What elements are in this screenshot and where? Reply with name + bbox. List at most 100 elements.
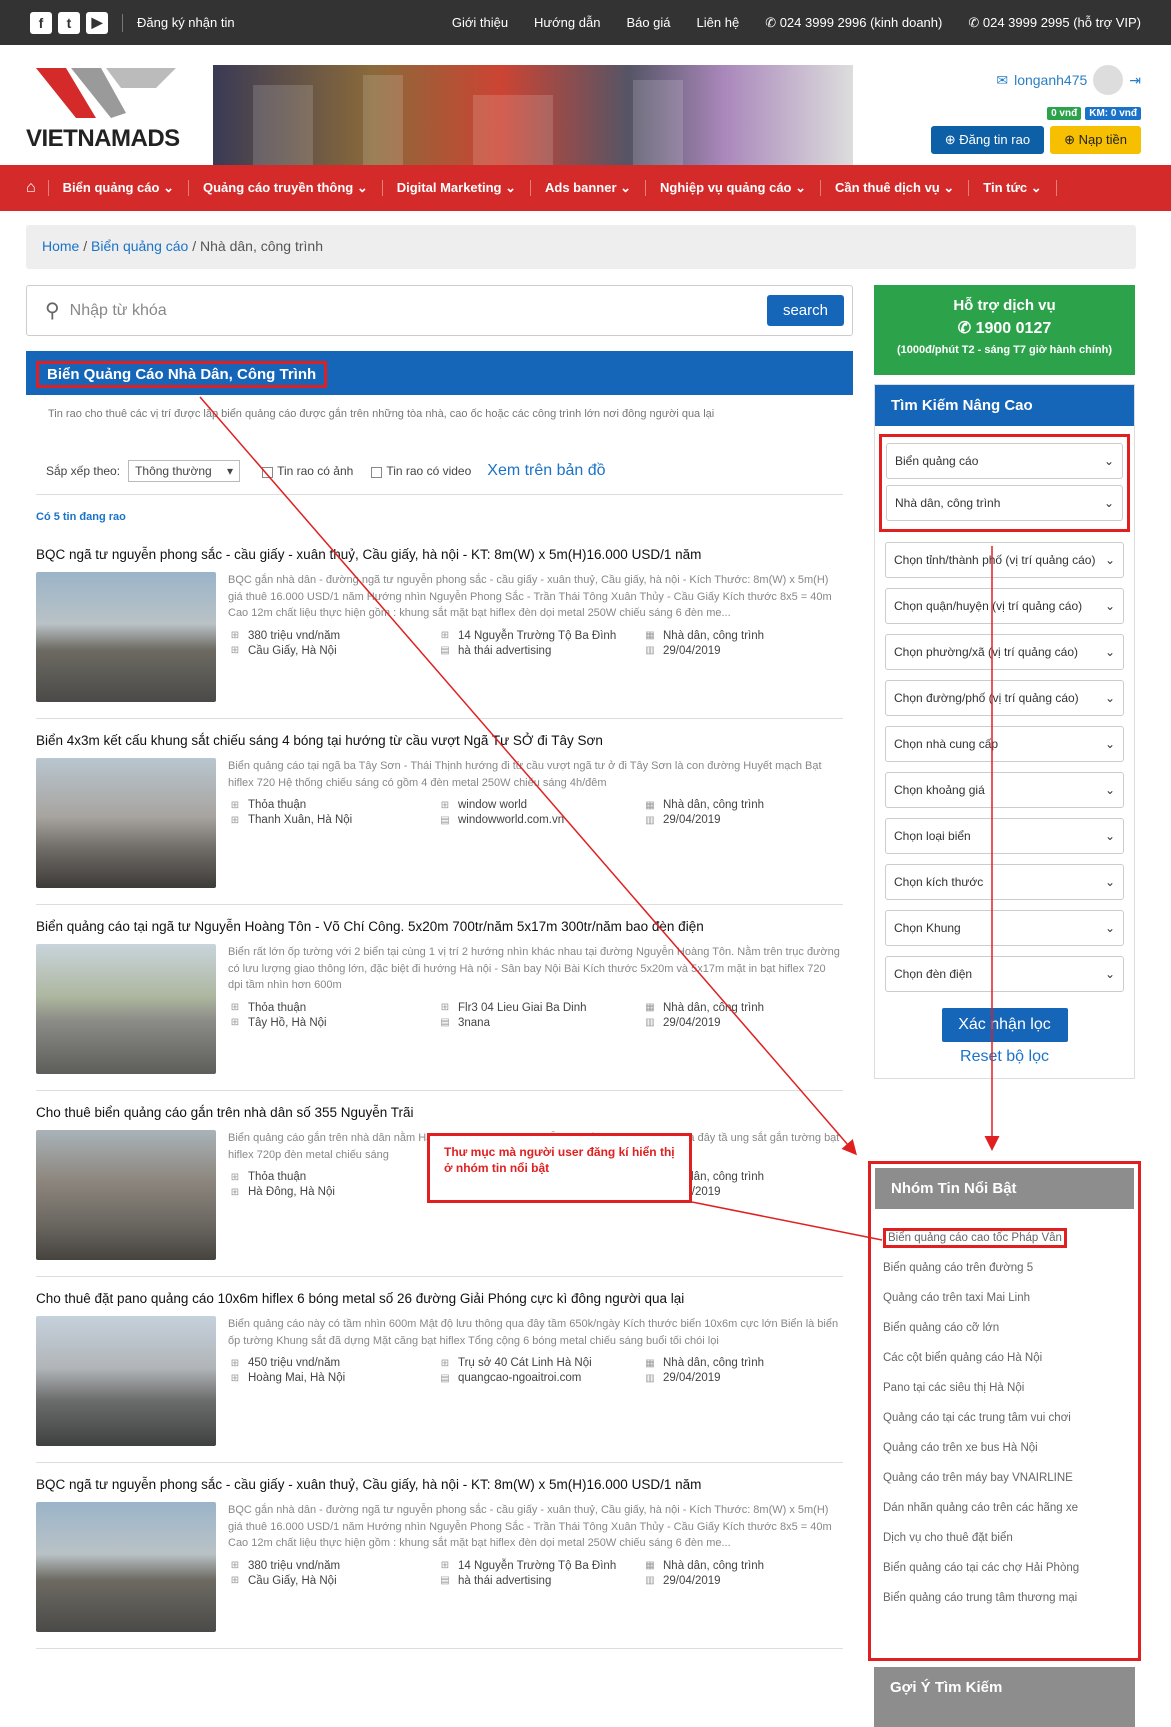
listing-date: 29/04/2019 — [663, 1372, 721, 1385]
featured-link[interactable]: Dán nhãn quảng cáo trên các hãng xe — [883, 1493, 1126, 1523]
sales-phone[interactable]: ✆ 024 3999 2996 (kinh doanh) — [765, 15, 942, 31]
featured-link[interactable]: Biển quảng cáo cỡ lớn — [883, 1313, 1126, 1343]
featured-link[interactable]: Quảng cáo trên máy bay VNAIRLINE — [883, 1463, 1126, 1493]
featured-link[interactable]: Quảng cáo trên xe bus Hà Nội — [883, 1433, 1126, 1463]
breadcrumb-billboards[interactable]: Biển quảng cáo — [91, 238, 188, 254]
listing-title[interactable]: Biển quảng cáo tại ngã tư Nguyễn Hoàng T… — [36, 919, 843, 934]
provider-icon: ▤ — [440, 1372, 450, 1384]
featured-link[interactable]: Biển quảng cáo cao tốc Pháp Vân — [883, 1223, 1126, 1253]
listing-thumbnail[interactable] — [36, 1316, 216, 1447]
vip-phone[interactable]: ✆ 024 3999 2995 (hỗ trợ VIP) — [968, 15, 1141, 31]
about-link[interactable]: Giới thiệu — [452, 15, 508, 31]
featured-link[interactable]: Biển quảng cáo trung tâm thương mại — [883, 1583, 1126, 1613]
contact-link[interactable]: Liên hệ — [697, 15, 740, 31]
listing-title[interactable]: Biển 4x3m kết cấu khung sắt chiếu sáng 4… — [36, 733, 843, 748]
nav-item-news[interactable]: Tin tức ⌄ — [968, 180, 1057, 196]
search-button[interactable]: search — [766, 295, 844, 326]
listing-address: Trụ sở 40 Cát Linh Hà Nội — [458, 1357, 592, 1370]
facebook-icon[interactable]: f — [30, 11, 52, 34]
advanced-filter-select[interactable]: Chọn loại biển ⌄ — [885, 818, 1124, 854]
listing-title[interactable]: Cho thuê biển quảng cáo gắn trên nhà dân… — [36, 1105, 843, 1120]
nav-item-service-requests[interactable]: Cần thuê dịch vụ ⌄ — [820, 180, 968, 196]
chevron-down-icon: ⌄ — [1103, 496, 1114, 510]
featured-link[interactable]: Quảng cáo trên taxi Mai Linh — [883, 1283, 1126, 1313]
nav-item-digital-marketing[interactable]: Digital Marketing ⌄ — [381, 180, 530, 196]
listing-title[interactable]: BQC ngã tư nguyễn phong sắc - cầu giấy -… — [36, 547, 843, 562]
home-icon[interactable]: ⌂ — [26, 179, 36, 197]
top-bar: f t ▶ Đăng ký nhận tin Giới thiệu Hướng … — [0, 0, 1171, 45]
featured-link[interactable]: Pano tại các siêu thị Hà Nội — [883, 1373, 1126, 1403]
category-icon: ▦ — [645, 1357, 655, 1369]
calendar-icon: ▥ — [645, 1017, 655, 1029]
listing-thumbnail[interactable] — [36, 944, 216, 1075]
site-header: VIETNAMADS ✉ longanh475 ⇥ 0 vnđ KM: 0 vn… — [0, 45, 1171, 189]
listing-category: Nhà dân, công trình — [663, 1001, 765, 1014]
chevron-down-icon: ⌄ — [1104, 875, 1115, 889]
nav-item-billboards[interactable]: Biển quảng cáo ⌄ — [47, 180, 188, 196]
advanced-filter-select[interactable]: Chọn khoảng giá ⌄ — [885, 772, 1124, 808]
listing-title[interactable]: Cho thuê đặt pano quảng cáo 10x6m hiflex… — [36, 1291, 843, 1306]
search-input[interactable]: Nhập từ khóa — [70, 302, 767, 320]
provider-icon: ▤ — [440, 1017, 450, 1029]
avatar[interactable] — [1093, 65, 1124, 95]
location-icon: ⊞ — [230, 1017, 240, 1029]
photo-filter[interactable]: Tin rao có ảnh — [262, 464, 353, 478]
guide-link[interactable]: Hướng dẫn — [534, 15, 600, 31]
sort-select[interactable]: Thông thường ▾ — [128, 460, 241, 483]
promo-badge: KM: 0 vnđ — [1085, 107, 1141, 120]
location-icon: ⊞ — [230, 814, 240, 826]
nav-item-media-ads[interactable]: Quảng cáo truyền thông ⌄ — [187, 180, 382, 196]
listing-provider: 3nana — [458, 1016, 490, 1029]
advanced-filter-select[interactable]: Chọn kích thước ⌄ — [885, 864, 1124, 900]
advanced-filter-select[interactable]: Chọn đường/phố (vị trí quảng cáo) ⌄ — [885, 680, 1124, 716]
user-account[interactable]: ✉ longanh475 ⇥ — [931, 65, 1141, 95]
logout-icon[interactable]: ⇥ — [1129, 72, 1141, 89]
featured-link[interactable]: Các cột biển quảng cáo Hà Nội — [883, 1343, 1126, 1373]
register-newsletter-link[interactable]: Đăng ký nhận tin — [137, 15, 235, 30]
support-phone[interactable]: ✆ 1900 0127 — [874, 318, 1135, 338]
address-icon: ⊞ — [440, 1002, 450, 1014]
pricing-link[interactable]: Báo giá — [626, 15, 670, 31]
featured-link[interactable]: Biển quảng cáo trên đường 5 — [883, 1253, 1126, 1283]
youtube-icon[interactable]: ▶ — [86, 11, 108, 34]
twitter-icon[interactable]: t — [58, 11, 80, 34]
photo-checkbox[interactable] — [262, 466, 274, 478]
site-logo[interactable]: VIETNAMADS — [26, 63, 196, 153]
advanced-filter-select[interactable]: Chọn quận/huyện (vị trí quảng cáo) ⌄ — [885, 588, 1124, 624]
listing-item: BQC ngã tư nguyễn phong sắc - cầu giấy -… — [36, 533, 843, 720]
address-icon: ⊞ — [440, 799, 450, 811]
listing-thumbnail[interactable] — [36, 1130, 216, 1261]
nav-item-ads-banner[interactable]: Ads banner ⌄ — [530, 180, 645, 196]
listing-panel: Biển Quảng Cáo Nhà Dân, Công Trình Tin r… — [26, 351, 853, 1650]
subcategory-select[interactable]: Nhà dân, công trình ⌄ — [886, 485, 1123, 521]
category-select[interactable]: Biển quảng cáo ⌄ — [886, 443, 1123, 479]
plus-icon: ⊕ — [944, 132, 960, 147]
featured-link[interactable]: Quảng cáo tại các trung tâm vui chơi — [883, 1403, 1126, 1433]
listing-date: 29/04/2019 — [663, 1016, 721, 1029]
listing-title[interactable]: BQC ngã tư nguyễn phong sắc - cầu giấy -… — [36, 1477, 843, 1492]
category-icon: ▦ — [645, 630, 655, 642]
video-checkbox[interactable] — [371, 466, 383, 478]
featured-link[interactable]: Biển quảng cáo tại các chợ Hải Phòng — [883, 1553, 1126, 1583]
nav-item-ad-services[interactable]: Nghiệp vụ quảng cáo ⌄ — [645, 180, 820, 196]
advanced-filter-select[interactable]: Chọn phường/xã (vị trí quảng cáo) ⌄ — [885, 634, 1124, 670]
featured-list: Biển quảng cáo cao tốc Pháp Vân Biển quản… — [875, 1209, 1134, 1627]
provider-icon: ▤ — [440, 645, 450, 657]
featured-link[interactable]: Dịch vụ cho thuê đặt biển — [883, 1523, 1126, 1553]
reset-filter-link[interactable]: Reset bộ lọc — [875, 1048, 1134, 1066]
listing-thumbnail[interactable] — [36, 758, 216, 889]
breadcrumb-home[interactable]: Home — [42, 238, 79, 254]
advanced-filter-select[interactable]: Chọn tỉnh/thành phố (vị trí quảng cáo) ⌄ — [885, 542, 1124, 578]
advanced-filter-select[interactable]: Chọn đèn điện ⌄ — [885, 956, 1124, 992]
advanced-filter-select[interactable]: Chọn Khung ⌄ — [885, 910, 1124, 946]
price-icon: ⊞ — [230, 1171, 240, 1183]
map-view-link[interactable]: Xem trên bản đồ — [487, 462, 605, 480]
listing-price: 450 triệu vnd/năm — [248, 1357, 341, 1370]
listing-thumbnail[interactable] — [36, 1502, 216, 1633]
apply-filter-button[interactable]: Xác nhận lọc — [941, 1008, 1068, 1042]
listing-thumbnail[interactable] — [36, 572, 216, 703]
advanced-filter-select[interactable]: Chọn nhà cung cấp ⌄ — [885, 726, 1124, 762]
video-filter[interactable]: Tin rao có video — [371, 464, 471, 478]
top-up-button[interactable]: ⊕ Nạp tiền — [1050, 126, 1141, 154]
post-listing-button[interactable]: ⊕ Đăng tin rao — [930, 126, 1045, 154]
